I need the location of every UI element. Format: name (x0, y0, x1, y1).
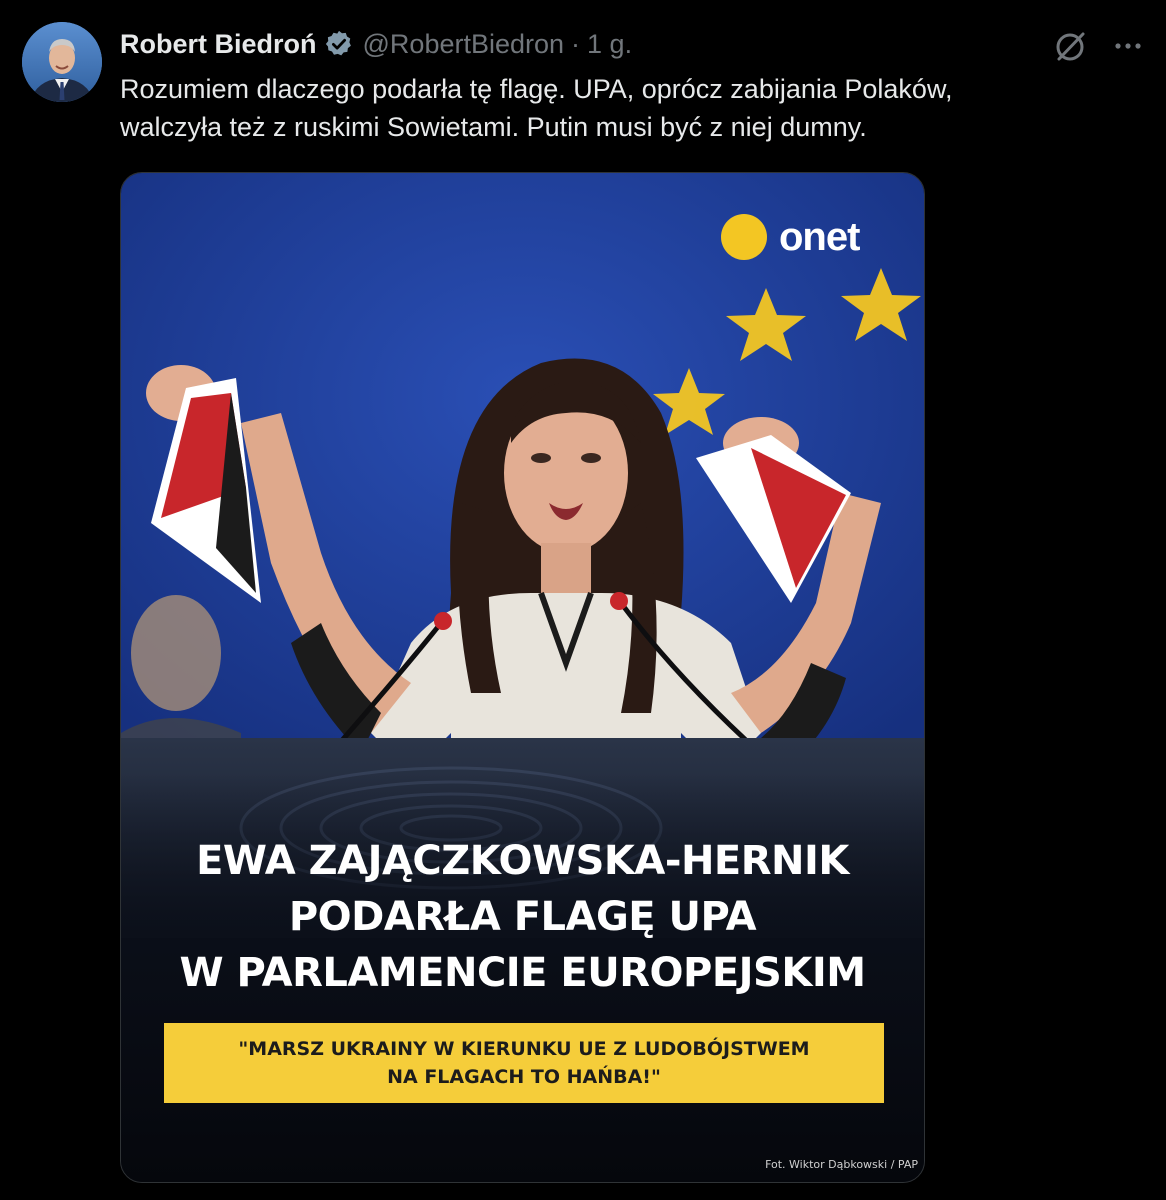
tweet[interactable]: Robert Biedroń @RobertBiedron · 1 g. Roz… (0, 0, 1166, 1200)
separator-dot: · (571, 28, 581, 59)
headline-line: EWA ZAJĄCZKOWSKA-HERNIK (196, 838, 849, 884)
image-headline: EWA ZAJĄCZKOWSKA-HERNIK PODARŁA FLAGĘ UP… (121, 833, 924, 1001)
headline-line: PODARŁA FLAGĘ UPA (288, 894, 757, 940)
onet-brand-text: onet (779, 214, 860, 259)
onet-dot-icon (721, 214, 767, 260)
quote-line: NA FLAGACH TO HAŃBA!" (387, 1066, 661, 1088)
verified-badge-icon[interactable] (324, 29, 354, 59)
author-handle[interactable]: @RobertBiedron (363, 29, 565, 60)
author-name[interactable]: Robert Biedroń (120, 29, 317, 60)
author-avatar[interactable] (22, 22, 102, 102)
tweet-text-line: walczyła też z ruskimi Sowietami. Putin … (120, 112, 867, 142)
tweet-text-line: Rozumiem dlaczego podarła tę flagę. UPA,… (120, 74, 953, 104)
more-options-icon[interactable] (1108, 26, 1148, 66)
tweet-media-image[interactable]: onet EWA ZAJĄCZKOWSKA-HERNIK PODARŁA FLA… (120, 172, 925, 1183)
avatar-image (22, 22, 102, 102)
grok-icon[interactable] (1050, 26, 1090, 66)
tweet-header: Robert Biedroń @RobertBiedron · 1 g. (120, 24, 632, 64)
onet-logo: onet (721, 213, 860, 261)
headline-line: W PARLAMENCIE EUROPEJSKIM (179, 950, 866, 996)
timestamp[interactable]: 1 g. (587, 29, 632, 60)
photo-credit: Fot. Wiktor Dąbkowski / PAP (765, 1158, 918, 1171)
quote-box: "MARSZ UKRAINY W KIERUNKU UE Z LUDOBÓJST… (164, 1023, 884, 1103)
quote-line: "MARSZ UKRAINY W KIERUNKU UE Z LUDOBÓJST… (238, 1038, 810, 1060)
tweet-text: Rozumiem dlaczego podarła tę flagę. UPA,… (120, 70, 1130, 146)
